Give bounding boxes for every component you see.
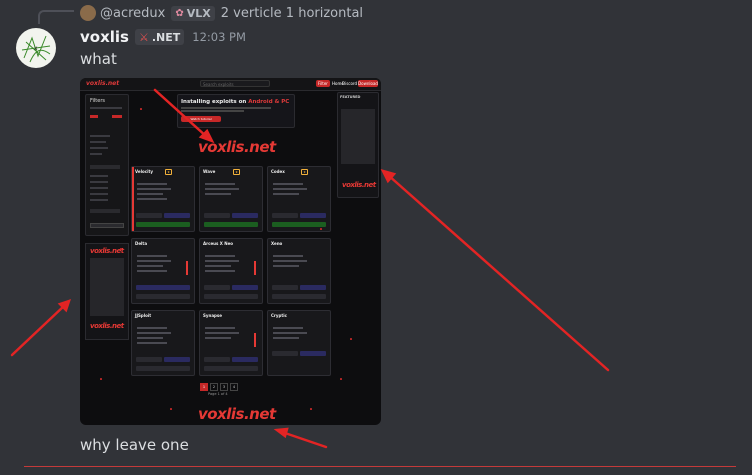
arrow-to-bottom-logo bbox=[280, 430, 328, 449]
annotation-arrows bbox=[10, 88, 610, 449]
arrow-to-right-ad bbox=[386, 173, 610, 372]
message-text-bottom: why leave one bbox=[80, 436, 189, 454]
arrow-to-center-logo bbox=[153, 88, 209, 139]
new-messages-divider bbox=[24, 466, 736, 467]
arrow-to-left-ad bbox=[10, 304, 66, 357]
arrow-head bbox=[273, 427, 289, 439]
